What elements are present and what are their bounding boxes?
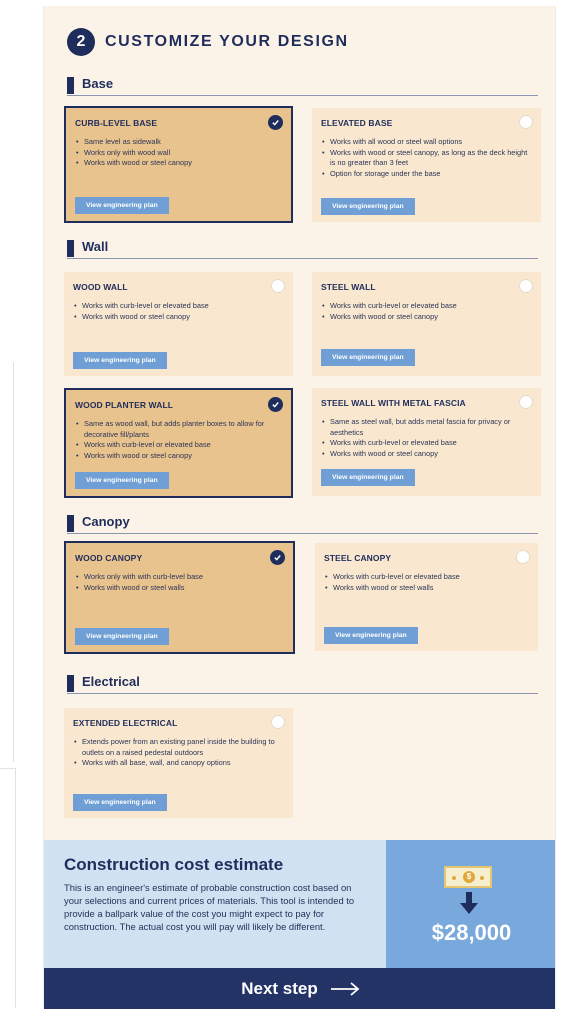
option-features: Same as wood wall, but adds planter boxe… bbox=[75, 419, 282, 461]
bill-dot bbox=[480, 876, 484, 880]
option-title: CURB-LEVEL BASE bbox=[75, 118, 158, 128]
radio-button[interactable] bbox=[271, 279, 285, 293]
feature-item: Works with wood or steel walls bbox=[75, 583, 284, 594]
feature-item: Same as steel wall, but adds metal fasci… bbox=[321, 417, 532, 438]
background-divider bbox=[0, 768, 16, 1008]
feature-item: Works with curb-level or elevated base bbox=[321, 301, 532, 312]
option-features: Same as steel wall, but adds metal fasci… bbox=[321, 417, 532, 459]
feature-item: Works with wood or steel canopy bbox=[75, 451, 282, 462]
feature-item: Works with wood or steel canopy bbox=[75, 158, 282, 169]
option-title: EXTENDED ELECTRICAL bbox=[73, 718, 178, 728]
view-engineering-plan-button[interactable]: View engineering plan bbox=[75, 628, 169, 645]
option-wood-wall[interactable]: WOOD WALL Works with curb-level or eleva… bbox=[64, 272, 293, 376]
option-title: WOOD CANOPY bbox=[75, 553, 143, 563]
view-engineering-plan-button[interactable]: View engineering plan bbox=[324, 627, 418, 644]
section-wall: Wall bbox=[67, 239, 538, 259]
feature-item: Works with all wood or steel wall option… bbox=[321, 137, 532, 148]
radio-button[interactable] bbox=[519, 279, 533, 293]
view-engineering-plan-button[interactable]: View engineering plan bbox=[75, 197, 169, 214]
estimated-price: $28,000 bbox=[431, 920, 512, 945]
feature-item: Same as wood wall, but adds planter boxe… bbox=[75, 419, 282, 440]
option-features: Works only with with curb-level base Wor… bbox=[75, 572, 284, 593]
option-steel-wall-metal-fascia[interactable]: STEEL WALL WITH METAL FASCIA Same as ste… bbox=[312, 388, 541, 496]
option-features: Works with all wood or steel wall option… bbox=[321, 137, 532, 179]
radio-button[interactable] bbox=[271, 715, 285, 729]
section-label: Base bbox=[82, 76, 114, 91]
feature-item: Works with curb-level or elevated base bbox=[324, 572, 529, 583]
next-step-label: Next step bbox=[241, 978, 318, 998]
option-curb-level-base[interactable]: CURB-LEVEL BASE Same level as sidewalk W… bbox=[64, 106, 293, 223]
option-extended-electrical[interactable]: EXTENDED ELECTRICAL Extends power from a… bbox=[64, 708, 293, 818]
section-electrical: Electrical bbox=[67, 674, 538, 694]
option-features: Extends power from an existing panel ins… bbox=[73, 737, 284, 769]
arrow-down-icon bbox=[460, 892, 478, 914]
money-bill-icon: $ bbox=[444, 866, 492, 888]
section-marker bbox=[67, 675, 74, 692]
section-label: Electrical bbox=[82, 674, 140, 689]
bill-dot bbox=[452, 876, 456, 880]
feature-item: Works with wood or steel walls bbox=[324, 583, 529, 594]
feature-item: Works with curb-level or elevated base bbox=[73, 301, 284, 312]
coin-icon: $ bbox=[463, 871, 475, 883]
option-features: Same level as sidewalk Works only with w… bbox=[75, 137, 282, 169]
section-marker bbox=[67, 515, 74, 532]
option-wood-planter-wall[interactable]: WOOD PLANTER WALL Same as wood wall, but… bbox=[64, 388, 293, 498]
radio-button[interactable] bbox=[519, 115, 533, 129]
background-divider bbox=[0, 362, 14, 762]
view-engineering-plan-button[interactable]: View engineering plan bbox=[73, 794, 167, 811]
radio-button[interactable] bbox=[519, 395, 533, 409]
option-steel-canopy[interactable]: STEEL CANOPY Works with curb-level or el… bbox=[315, 543, 538, 651]
feature-item: Works with wood or steel canopy bbox=[321, 312, 532, 323]
view-engineering-plan-button[interactable]: View engineering plan bbox=[75, 472, 169, 489]
option-title: WOOD PLANTER WALL bbox=[75, 400, 174, 410]
cost-price-panel: $ $28,000 bbox=[386, 840, 555, 968]
section-marker bbox=[67, 240, 74, 257]
selected-check-icon[interactable] bbox=[268, 397, 283, 412]
feature-item: Works with wood or steel canopy bbox=[321, 449, 532, 460]
view-engineering-plan-button[interactable]: View engineering plan bbox=[73, 352, 167, 369]
section-canopy: Canopy bbox=[67, 514, 538, 534]
feature-item: Works with wood or steel canopy bbox=[73, 312, 284, 323]
view-engineering-plan-button[interactable]: View engineering plan bbox=[321, 198, 415, 215]
view-engineering-plan-button[interactable]: View engineering plan bbox=[321, 349, 415, 366]
cost-estimate: Construction cost estimate This is an en… bbox=[44, 840, 555, 968]
section-label: Wall bbox=[82, 239, 109, 254]
option-steel-wall[interactable]: STEEL WALL Works with curb-level or elev… bbox=[312, 272, 541, 376]
feature-item: Same level as sidewalk bbox=[75, 137, 282, 148]
radio-button[interactable] bbox=[516, 550, 530, 564]
feature-item: Works only with wood wall bbox=[75, 148, 282, 159]
step-header: 2 CUSTOMIZE YOUR DESIGN bbox=[67, 28, 349, 56]
step-number-badge: 2 bbox=[67, 28, 95, 56]
option-features: Works with curb-level or elevated base W… bbox=[324, 572, 529, 593]
cost-description-panel: Construction cost estimate This is an en… bbox=[44, 840, 386, 968]
option-title: STEEL WALL WITH METAL FASCIA bbox=[321, 398, 466, 408]
feature-item: Works only with with curb-level base bbox=[75, 572, 284, 583]
section-label: Canopy bbox=[82, 514, 130, 529]
option-title: WOOD WALL bbox=[73, 282, 128, 292]
selected-check-icon[interactable] bbox=[270, 550, 285, 565]
feature-item: Works with curb-level or elevated base bbox=[75, 440, 282, 451]
option-title: STEEL CANOPY bbox=[324, 553, 392, 563]
selected-check-icon[interactable] bbox=[268, 115, 283, 130]
feature-item: Works with wood or steel canopy, as long… bbox=[321, 148, 532, 169]
view-engineering-plan-button[interactable]: View engineering plan bbox=[321, 469, 415, 486]
feature-item: Extends power from an existing panel ins… bbox=[73, 737, 284, 758]
cost-description: This is an engineer's estimate of probab… bbox=[64, 882, 355, 932]
next-step-button[interactable]: Next step bbox=[44, 968, 555, 1009]
option-features: Works with curb-level or elevated base W… bbox=[321, 301, 532, 322]
customize-panel: 2 CUSTOMIZE YOUR DESIGN Base CURB-LEVEL … bbox=[43, 6, 556, 1009]
section-marker bbox=[67, 77, 74, 94]
feature-item: Option for storage under the base bbox=[321, 169, 532, 180]
option-title: STEEL WALL bbox=[321, 282, 376, 292]
feature-item: Works with all base, wall, and canopy op… bbox=[73, 758, 284, 769]
option-title: ELEVATED BASE bbox=[321, 118, 393, 128]
option-features: Works with curb-level or elevated base W… bbox=[73, 301, 284, 322]
option-elevated-base[interactable]: ELEVATED BASE Works with all wood or ste… bbox=[312, 108, 541, 222]
step-title: CUSTOMIZE YOUR DESIGN bbox=[105, 33, 349, 50]
feature-item: Works with curb-level or elevated base bbox=[321, 438, 532, 449]
cost-title: Construction cost estimate bbox=[64, 855, 284, 874]
arrow-right-icon bbox=[330, 981, 360, 996]
option-wood-canopy[interactable]: WOOD CANOPY Works only with with curb-le… bbox=[64, 541, 295, 654]
section-base: Base bbox=[67, 76, 538, 96]
